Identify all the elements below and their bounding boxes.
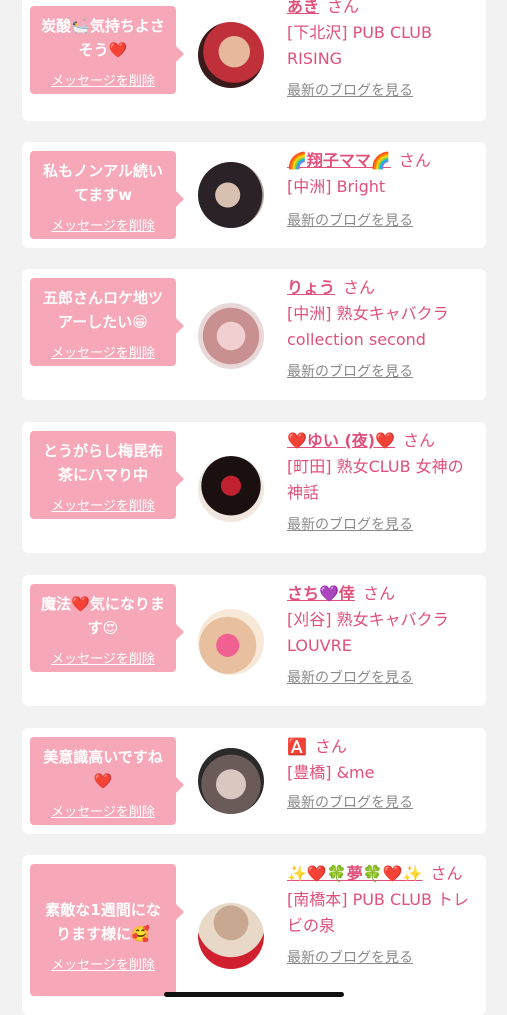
honorific: さん: [398, 151, 431, 170]
shop-link[interactable]: [中洲] 熟女キャバクラ collection second: [287, 301, 477, 353]
latest-blog-link[interactable]: 最新のブログを見る: [287, 210, 413, 230]
message-text: 素敵な1週間になります様に🥰: [45, 901, 161, 943]
message-text: とうがらし梅昆布茶にハマり中: [42, 442, 163, 484]
shop-link[interactable]: [豊橋] &me: [287, 760, 477, 786]
message-text: 美意識高いですね❤️: [43, 748, 163, 790]
message-bubble: 炭酸🛀気持ちよさそう❤️ メッセージを削除: [30, 6, 184, 94]
latest-blog-link[interactable]: 最新のブログを見る: [287, 361, 413, 381]
message-text: 私もノンアル続いてますw: [43, 162, 163, 204]
honorific: さん: [314, 737, 347, 756]
user-name-link[interactable]: りょう: [287, 278, 335, 297]
message-card: 五郎さんロケ地ツアーしたい😁 メッセージを削除 りょう さん [中洲] 熟女キャバ…: [22, 269, 486, 400]
delete-message-link[interactable]: メッセージを削除: [40, 342, 166, 361]
message-bubble: 美意識高いですね❤️ メッセージを削除: [30, 737, 184, 825]
latest-blog-link[interactable]: 最新のブログを見る: [287, 792, 413, 812]
user-name-link[interactable]: 🅰️: [287, 737, 307, 756]
delete-message-link[interactable]: メッセージを削除: [40, 70, 166, 89]
delete-message-link[interactable]: メッセージを削除: [40, 648, 166, 667]
message-text: 炭酸🛀気持ちよさそう❤️: [41, 17, 165, 59]
home-indicator[interactable]: [164, 992, 344, 997]
avatar[interactable]: [198, 609, 264, 675]
user-name-link[interactable]: 🌈翔子ママ🌈: [287, 151, 391, 170]
latest-blog-link[interactable]: 最新のブログを見る: [287, 514, 413, 534]
delete-message-link[interactable]: メッセージを削除: [40, 801, 166, 820]
user-name-link[interactable]: さち💜倖: [287, 584, 355, 603]
latest-blog-link[interactable]: 最新のブログを見る: [287, 667, 413, 687]
user-name-link[interactable]: ❤️ゆい (夜)❤️: [287, 431, 395, 450]
message-card: 私もノンアル続いてますw メッセージを削除 🌈翔子ママ🌈 さん [中洲] Brig…: [22, 142, 486, 248]
message-bubble: 私もノンアル続いてますw メッセージを削除: [30, 151, 184, 239]
user-name-link[interactable]: ✨❤️🍀夢🍀❤️✨: [287, 864, 423, 883]
delete-message-link[interactable]: メッセージを削除: [40, 215, 166, 234]
avatar[interactable]: [198, 303, 264, 369]
avatar[interactable]: [198, 748, 264, 814]
message-card: 美意識高いですね❤️ メッセージを削除 🅰️ さん [豊橋] &me 最新のブログ…: [22, 728, 486, 834]
message-bubble: とうがらし梅昆布茶にハマり中 メッセージを削除: [30, 431, 184, 519]
avatar[interactable]: [198, 22, 264, 88]
user-name-link[interactable]: あき: [287, 0, 319, 16]
message-card: 魔法❤️気になります😍 メッセージを削除 さち💜倖 さん [刈谷] 熟女キャバクラ…: [22, 575, 486, 706]
message-bubble: 五郎さんロケ地ツアーしたい😁 メッセージを削除: [30, 278, 184, 366]
avatar[interactable]: [198, 903, 264, 969]
message-bubble: 魔法❤️気になります😍 メッセージを削除: [30, 584, 184, 672]
message-bubble: 素敵な1週間になります様に🥰 メッセージを削除: [30, 864, 184, 996]
message-text: 魔法❤️気になります😍: [41, 595, 165, 637]
honorific: さん: [362, 584, 395, 603]
shop-link[interactable]: [刈谷] 熟女キャバクラ LOUVRE: [287, 607, 477, 659]
message-text: 五郎さんロケ地ツアーしたい😁: [42, 289, 163, 331]
shop-link[interactable]: [南橋本] PUB CLUB トレビの泉: [287, 887, 477, 939]
shop-link[interactable]: [下北沢] PUB CLUB RISING: [287, 20, 477, 72]
honorific: さん: [403, 431, 436, 450]
message-card: とうがらし梅昆布茶にハマり中 メッセージを削除 ❤️ゆい (夜)❤️ さん [町田…: [22, 422, 486, 553]
avatar[interactable]: [198, 456, 264, 522]
delete-message-link[interactable]: メッセージを削除: [40, 954, 166, 973]
message-card: 素敵な1週間になります様に🥰 メッセージを削除 ✨❤️🍀夢🍀❤️✨ さん [南橋本…: [22, 855, 486, 1015]
avatar[interactable]: [198, 162, 264, 228]
message-card: 炭酸🛀気持ちよさそう❤️ メッセージを削除 あき さん [下北沢] PUB CLU…: [22, 0, 486, 121]
shop-link[interactable]: [中洲] Bright: [287, 174, 477, 200]
honorific: さん: [343, 278, 376, 297]
honorific: さん: [430, 864, 463, 883]
honorific: さん: [327, 0, 360, 16]
shop-link[interactable]: [町田] 熟女CLUB 女神の神話: [287, 454, 477, 506]
latest-blog-link[interactable]: 最新のブログを見る: [287, 947, 413, 967]
delete-message-link[interactable]: メッセージを削除: [40, 495, 166, 514]
latest-blog-link[interactable]: 最新のブログを見る: [287, 80, 413, 100]
